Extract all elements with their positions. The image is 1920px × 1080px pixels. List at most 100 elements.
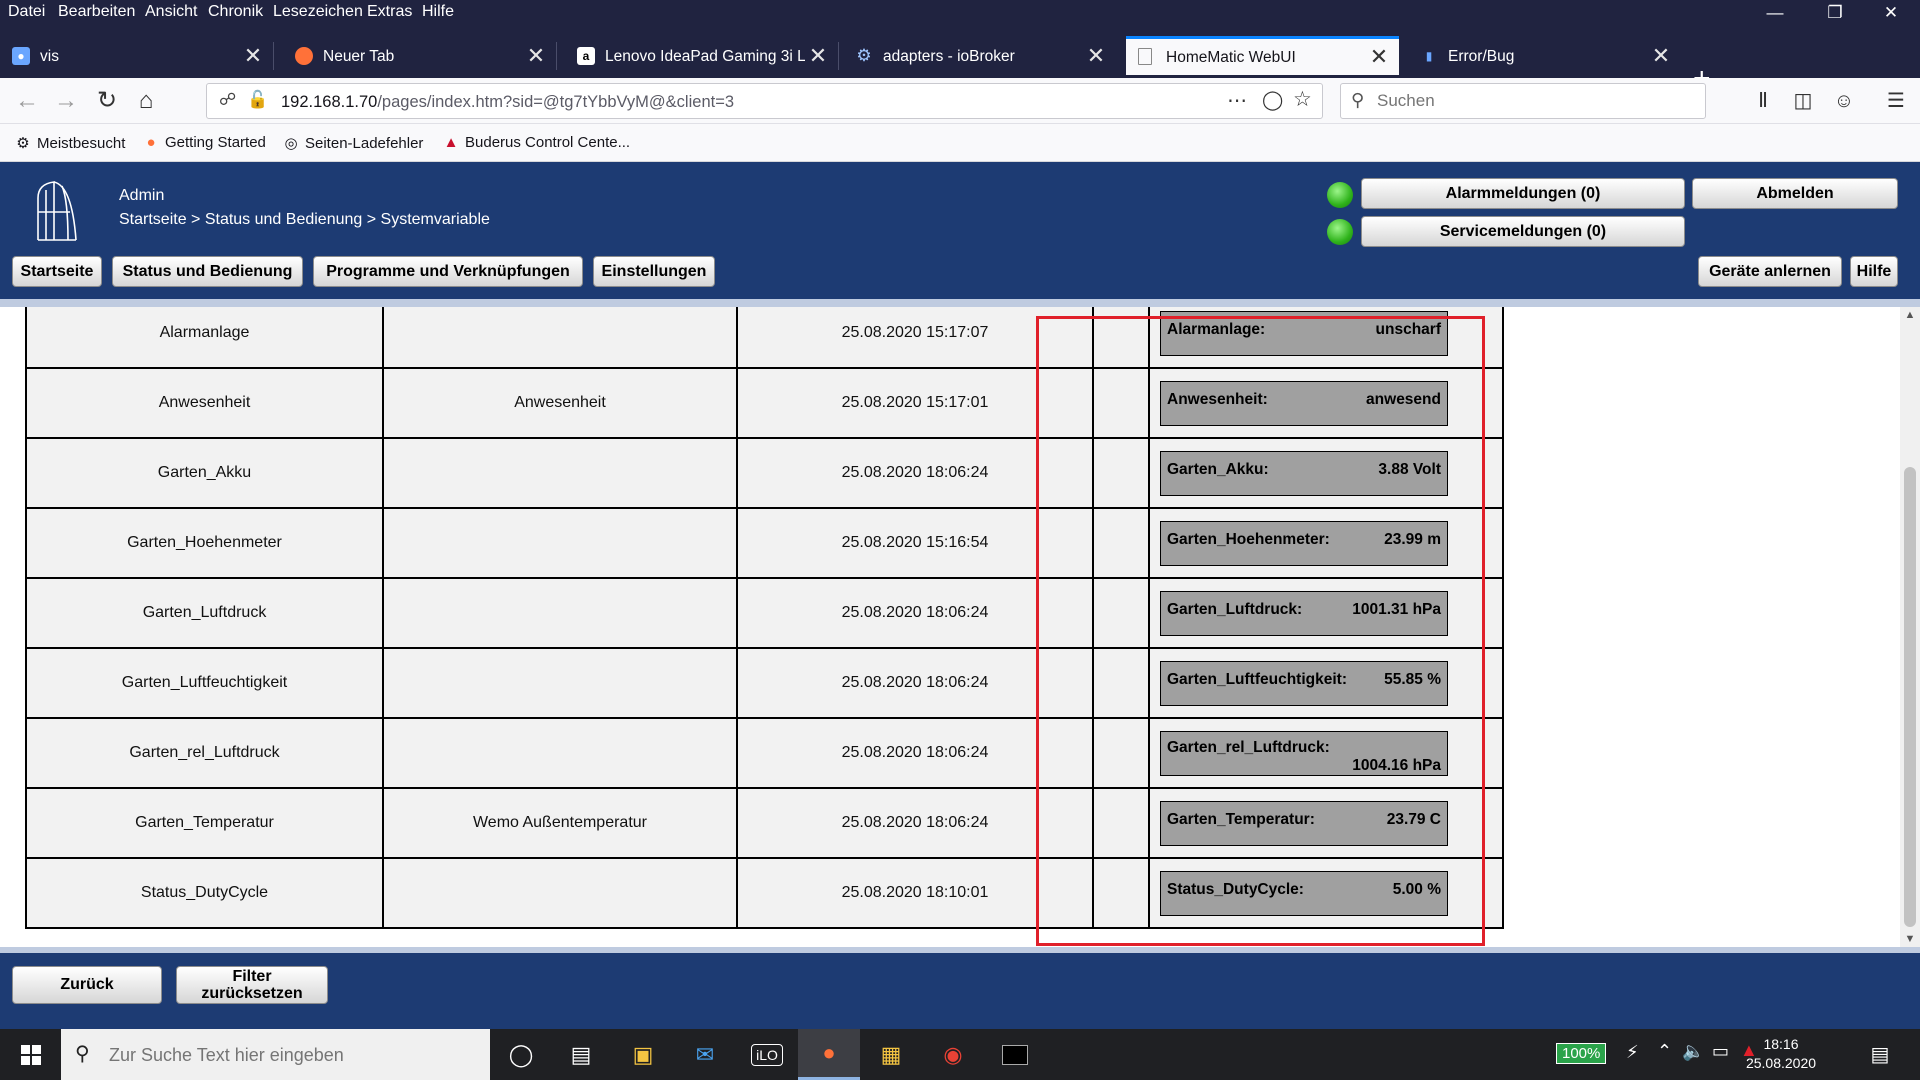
chrome-icon[interactable]: ◉ — [922, 1029, 984, 1080]
logout-button[interactable]: Abmelden — [1692, 178, 1898, 209]
vertical-scrollbar[interactable]: ▲ ▼ — [1900, 307, 1920, 947]
search-input[interactable] — [1377, 90, 1677, 112]
cortana-icon[interactable]: ◯ — [490, 1029, 552, 1080]
variable-spacer — [1092, 577, 1150, 649]
variable-value-box[interactable]: Anwesenheit: anwesend — [1160, 380, 1448, 426]
file-explorer-icon[interactable]: ▦ — [860, 1029, 922, 1080]
breadcrumb: Startseite > Status und Bedienung > Syst… — [119, 211, 490, 228]
shield-icon[interactable]: ☍ — [219, 90, 236, 110]
insecure-lock-icon[interactable]: 🔓 — [247, 90, 268, 110]
nav-status-bedienung-button[interactable]: Status und Bedienung — [112, 256, 303, 287]
variable-timestamp: 25.08.2020 15:16:54 — [736, 507, 1094, 579]
close-icon[interactable]: ✕ — [1367, 44, 1391, 70]
variable-value-label: Garten_Akku: — [1167, 460, 1269, 478]
back-arrow-icon[interactable]: ← — [12, 86, 42, 116]
battery-percent[interactable]: 100% — [1556, 1043, 1607, 1064]
variable-value-box[interactable]: Status_DutyCycle: 5.00 % — [1160, 870, 1448, 916]
variable-description: Wemo Außentemperatur — [382, 787, 738, 859]
close-icon[interactable]: ✕ — [1084, 43, 1108, 69]
windows-start-icon[interactable] — [0, 1029, 61, 1080]
alarm-messages-button[interactable]: Alarmmeldungen (0) — [1361, 178, 1685, 209]
pocket-icon[interactable]: ◯ — [1262, 89, 1283, 112]
notifications-icon[interactable]: ▤ — [1850, 1029, 1910, 1080]
bookmark-seiten-ladefehler[interactable]: ◎ Seiten-Ladefehler — [282, 134, 423, 152]
taskbar-search[interactable]: ⚲ — [61, 1029, 490, 1080]
variable-value: anwesend — [1366, 390, 1441, 408]
back-button[interactable]: Zurück — [12, 966, 162, 1004]
tab-vis[interactable]: ● vis ✕ — [0, 38, 274, 75]
network-icon[interactable]: ▭ — [1712, 1041, 1729, 1062]
close-icon[interactable]: ✕ — [1649, 43, 1673, 69]
nav-einstellungen-button[interactable]: Einstellungen — [593, 256, 715, 287]
nav-startseite-button[interactable]: Startseite — [12, 256, 102, 287]
home-icon[interactable]: ⌂ — [131, 86, 161, 116]
account-icon[interactable]: ☺ — [1829, 86, 1859, 116]
volume-icon[interactable]: 🔈 — [1682, 1041, 1704, 1062]
sidebar-icon[interactable]: ◫ — [1788, 86, 1818, 116]
library-icon[interactable]: Ⅱ — [1748, 86, 1778, 116]
menu-datei[interactable]: Datei — [8, 3, 45, 21]
mail-icon[interactable]: ✉ — [674, 1029, 736, 1080]
variable-value-box[interactable]: Garten_Hoehenmeter: 23.99 m — [1160, 520, 1448, 566]
variable-value-box[interactable]: Garten_rel_Luftdruck: 1004.16 hPa — [1160, 730, 1448, 776]
bookmark-meistbesucht[interactable]: ⚙ Meistbesucht — [14, 134, 125, 152]
reload-icon[interactable]: ↻ — [92, 86, 122, 116]
menu-chronik[interactable]: Chronik — [208, 3, 263, 21]
close-icon[interactable]: ✕ — [524, 43, 548, 69]
restore-icon[interactable]: ❐ — [1820, 3, 1850, 23]
variable-value-cell: Garten_rel_Luftdruck: 1004.16 hPa — [1148, 717, 1504, 789]
tab-iobroker[interactable]: ⚙ adapters - ioBroker ✕ — [843, 38, 1116, 75]
power-plug-icon[interactable]: ⚡ — [1626, 1042, 1639, 1063]
variable-name: Anwesenheit — [25, 367, 384, 439]
menu-extras[interactable]: Extras — [367, 3, 412, 21]
minimize-icon[interactable]: — — [1760, 3, 1790, 23]
terminal-icon[interactable] — [984, 1029, 1046, 1080]
forward-arrow-icon[interactable]: → — [51, 86, 81, 116]
bookmark-getting-started[interactable]: ● Getting Started — [142, 134, 265, 151]
variable-value-box[interactable]: Garten_Luftfeuchtigkeit: 55.85 % — [1160, 660, 1448, 706]
table-row: Garten_rel_Luftdruck 25.08.2020 18:06:24 G… — [25, 717, 1504, 789]
menu-lesezeichen[interactable]: Lesezeichen — [273, 3, 363, 21]
variable-value-label: Garten_rel_Luftdruck: — [1167, 738, 1330, 756]
menu-hilfe[interactable]: Hilfe — [422, 3, 454, 21]
tab-label: Lenovo IdeaPad Gaming 3i Lap — [605, 48, 805, 65]
scrollbar-thumb[interactable] — [1904, 467, 1916, 927]
store-icon[interactable]: ▣ — [612, 1029, 674, 1080]
service-messages-button[interactable]: Servicemeldungen (0) — [1361, 216, 1685, 247]
reset-filter-button[interactable]: Filter zurücksetzen — [176, 966, 328, 1004]
chevron-up-icon[interactable]: ⌃ — [1657, 1041, 1672, 1062]
firefox-taskbar-icon[interactable]: ● — [798, 1029, 860, 1080]
window-close-icon[interactable]: ✕ — [1876, 3, 1906, 23]
menu-bearbeiten[interactable]: Bearbeiten — [58, 3, 135, 21]
tab-error-bug[interactable]: ▮ Error/Bug ✕ — [1408, 38, 1681, 75]
variable-value-box[interactable]: Garten_Akku: 3.88 Volt — [1160, 450, 1448, 496]
hamburger-menu-icon[interactable]: ☰ — [1881, 86, 1911, 116]
task-view-icon[interactable]: ▤ — [550, 1029, 612, 1080]
clock[interactable]: 18:16 25.08.2020 — [1740, 1035, 1822, 1073]
nav-programme-button[interactable]: Programme und Verknüpfungen — [313, 256, 583, 287]
taskbar-search-input[interactable] — [109, 1043, 469, 1067]
bookmark-buderus[interactable]: ▲ Buderus Control Cente... — [442, 134, 631, 151]
url-text[interactable]: 192.168.1.70/pages/index.htm?sid=@tg7tYb… — [281, 93, 734, 112]
help-button[interactable]: Hilfe — [1850, 256, 1898, 287]
url-path: /pages/index.htm?sid=@tg7tYbbVyM@&client… — [377, 93, 735, 111]
bookmark-star-icon[interactable]: ☆ — [1293, 87, 1312, 112]
scroll-up-icon[interactable]: ▲ — [1900, 309, 1920, 321]
more-actions-icon[interactable]: ⋯ — [1227, 88, 1247, 113]
variable-value-box[interactable]: Alarmanlage: unscharf — [1160, 310, 1448, 356]
tab-homematic[interactable]: HomeMatic WebUI ✕ — [1126, 36, 1399, 75]
variable-spacer — [1092, 507, 1150, 579]
variable-value-box[interactable]: Garten_Luftdruck: 1001.31 hPa — [1160, 590, 1448, 636]
teach-devices-button[interactable]: Geräte anlernen — [1698, 256, 1842, 287]
close-icon[interactable]: ✕ — [806, 43, 830, 69]
variable-value-box[interactable]: Garten_Temperatur: 23.79 C — [1160, 800, 1448, 846]
menu-ansicht[interactable]: Ansicht — [145, 3, 197, 21]
close-icon[interactable]: ✕ — [241, 43, 265, 69]
url-bar[interactable]: ☍ 🔓 192.168.1.70/pages/index.htm?sid=@tg… — [206, 83, 1323, 119]
tab-neuer-tab[interactable]: Neuer Tab ✕ — [283, 38, 557, 75]
search-field[interactable]: ⚲ — [1340, 83, 1706, 119]
tab-lenovo[interactable]: a Lenovo IdeaPad Gaming 3i Lap ✕ — [565, 38, 839, 75]
variable-description: Anwesenheit — [382, 367, 738, 439]
ilo-icon[interactable]: iLO — [736, 1029, 798, 1080]
scroll-down-icon[interactable]: ▼ — [1900, 933, 1920, 945]
